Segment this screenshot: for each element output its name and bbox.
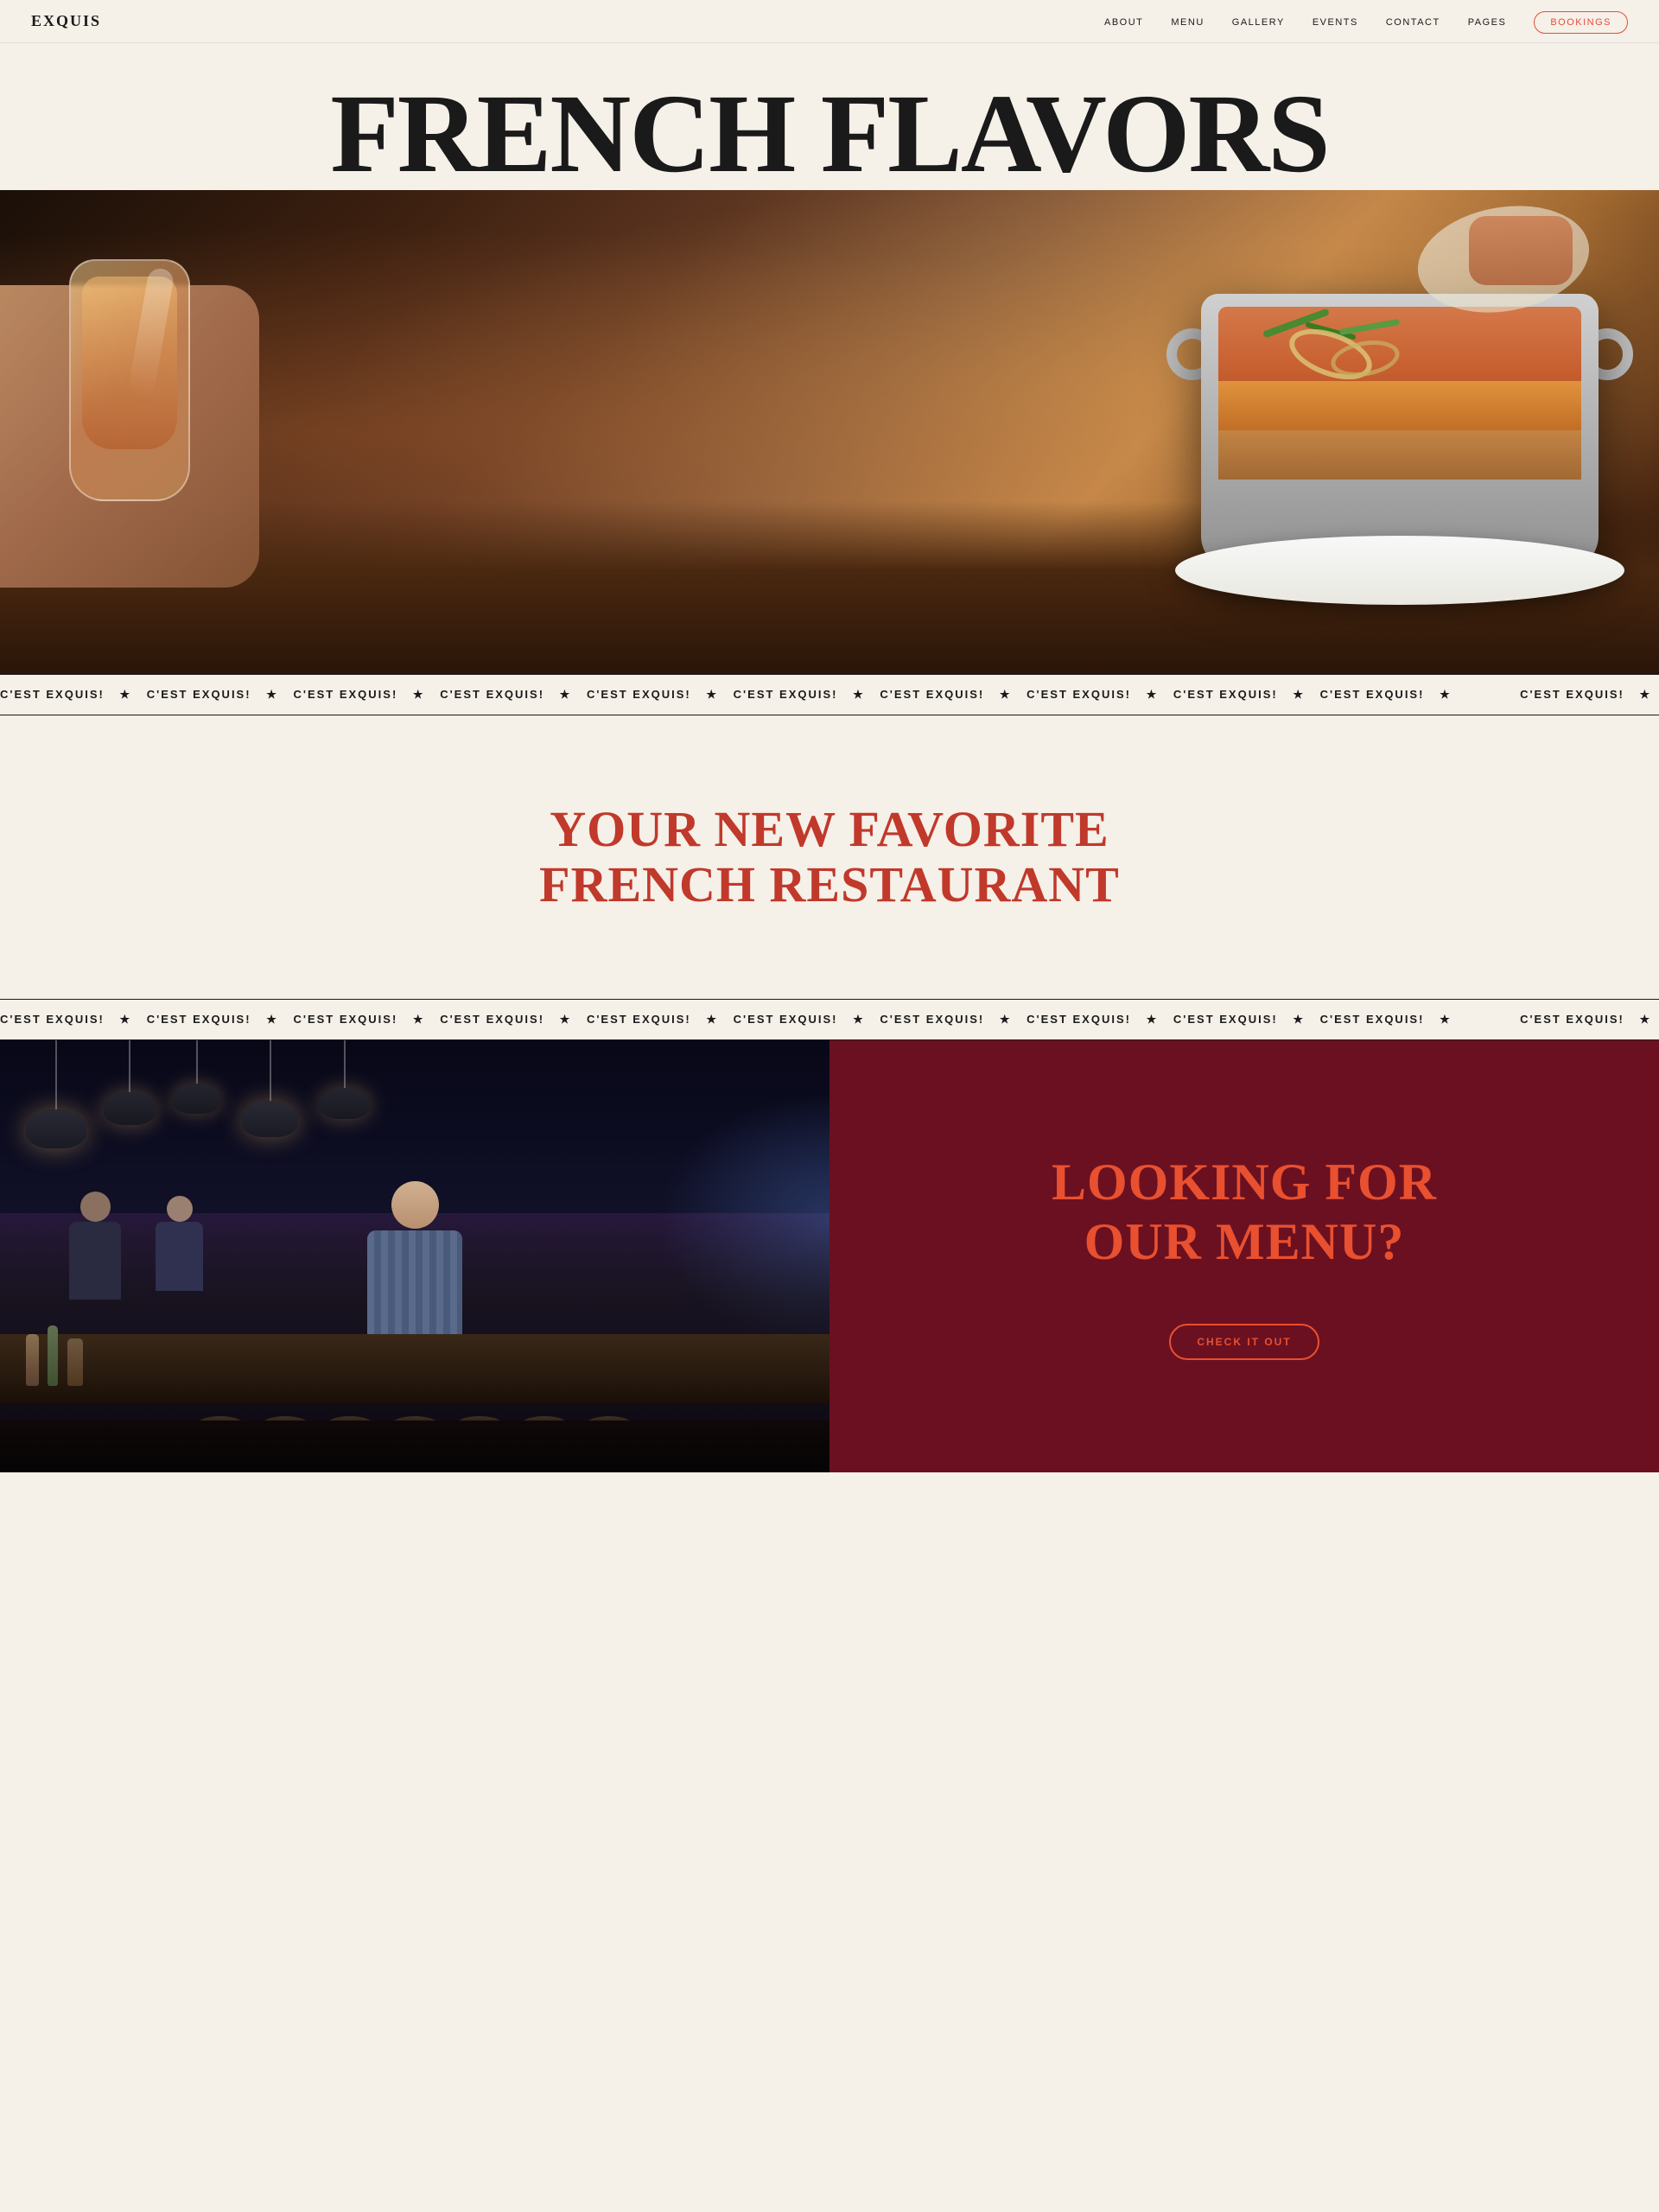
marquee-text-2: C'EST EXQUIS! ★ C'EST EXQUIS! ★ C'EST EX… [0,1013,1659,1026]
marquee-inner-1: C'EST EXQUIS! ★ C'EST EXQUIS! ★ C'EST EX… [0,687,1659,702]
restaurant-image-section [0,1040,830,1472]
hero-title-section: FRENCH FLAVORS [0,43,1659,190]
navigation: EXQUIS ABOUT MENU GALLERY EVENTS CONTACT… [0,0,1659,43]
marquee-star: ★ [1440,688,1452,701]
menu-headline: LOOKING FOR OUR MENU? [1052,1153,1437,1272]
marquee-star: ★ [1000,688,1012,701]
nav-about[interactable]: ABOUT [1104,17,1143,28]
marquee-star-2: ★ [706,1013,718,1026]
menu-cta-section: LOOKING FOR OUR MENU? CHECK IT OUT [830,1040,1659,1472]
restaurant-interior [0,1040,830,1472]
marquee-strip-1: C'EST EXQUIS! ★ C'EST EXQUIS! ★ C'EST EX… [0,674,1659,715]
hero-image-section [0,190,1659,674]
marquee-star: ★ [266,688,278,701]
marquee-star: ★ [853,688,865,701]
marquee-star-2: ★ [853,1013,865,1026]
marquee-star-2: ★ [1147,1013,1159,1026]
marquee-star-2: ★ [1440,1013,1452,1026]
marquee-text-1: C'EST EXQUIS! ★ C'EST EXQUIS! ★ C'EST EX… [0,688,1659,701]
marquee-strip-2: C'EST EXQUIS! ★ C'EST EXQUIS! ★ C'EST EX… [0,999,1659,1040]
nav-links: ABOUT MENU GALLERY EVENTS CONTACT PAGES … [1104,14,1628,29]
bookings-button[interactable]: BOOKINGS [1534,11,1628,34]
marquee-star-2: ★ [1000,1013,1012,1026]
nav-pages[interactable]: PAGES [1468,17,1507,28]
marquee-star-2: ★ [560,1013,572,1026]
marquee-star: ★ [560,688,572,701]
middle-headline: YOUR NEW FAVORITE FRENCH RESTAURANT [539,802,1120,912]
marquee-star: ★ [706,688,718,701]
nav-menu[interactable]: MENU [1171,17,1204,28]
marquee-star-2: ★ [413,1013,425,1026]
hero-title: FRENCH FLAVORS [17,78,1642,190]
bottom-split-section: LOOKING FOR OUR MENU? CHECK IT OUT [0,1040,1659,1472]
nav-events[interactable]: EVENTS [1313,17,1358,28]
marquee-star: ★ [1640,688,1652,701]
marquee-star: ★ [1293,688,1305,701]
marquee-star-2: ★ [266,1013,278,1026]
hero-image [0,190,1659,674]
nav-contact[interactable]: CONTACT [1386,17,1440,28]
nav-gallery[interactable]: GALLERY [1232,17,1285,28]
marquee-star-2: ★ [119,1013,131,1026]
marquee-star: ★ [119,688,131,701]
site-logo[interactable]: EXQUIS [31,12,101,30]
marquee-star: ★ [413,688,425,701]
check-it-out-button[interactable]: CHECK IT OUT [1169,1324,1319,1360]
marquee-star-2: ★ [1640,1013,1652,1026]
marquee-inner-2: C'EST EXQUIS! ★ C'EST EXQUIS! ★ C'EST EX… [0,1012,1659,1027]
marquee-star-2: ★ [1293,1013,1305,1026]
middle-section: YOUR NEW FAVORITE FRENCH RESTAURANT [0,715,1659,999]
marquee-star: ★ [1147,688,1159,701]
